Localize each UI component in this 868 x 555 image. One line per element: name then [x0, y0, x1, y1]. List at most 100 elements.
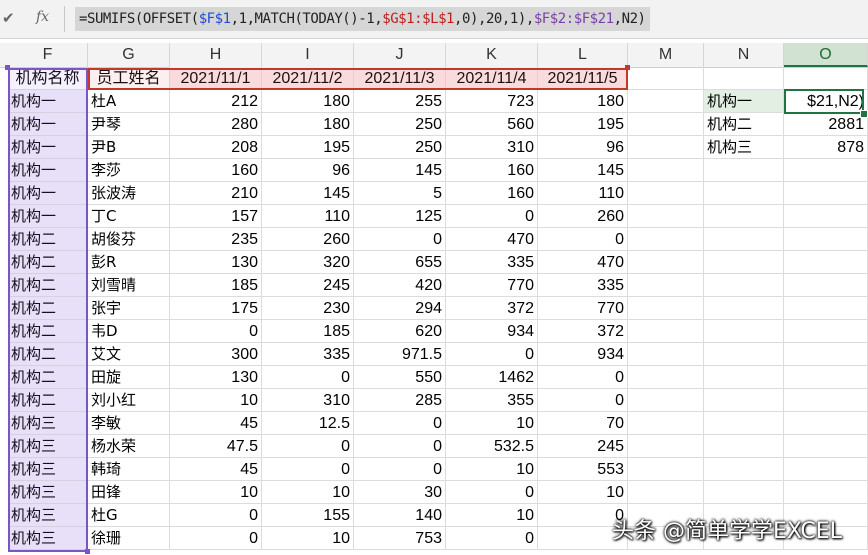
cell-m8[interactable] — [628, 228, 704, 251]
cell-j4[interactable]: 250 — [354, 136, 446, 159]
cell-m18[interactable] — [628, 458, 704, 481]
cell-i15[interactable]: 310 — [262, 389, 354, 412]
cell-l19[interactable]: 10 — [538, 481, 628, 504]
cell-m14[interactable] — [628, 366, 704, 389]
column-header-i[interactable]: I — [262, 43, 354, 67]
cell-h19[interactable]: 10 — [170, 481, 262, 504]
cell-h1[interactable]: 2021/11/1 — [170, 67, 262, 90]
cell-l9[interactable]: 470 — [538, 251, 628, 274]
cell-i1[interactable]: 2021/11/2 — [262, 67, 354, 90]
cell-o1[interactable] — [784, 67, 868, 90]
cell-k1[interactable]: 2021/11/4 — [446, 67, 538, 90]
range-handle[interactable] — [625, 65, 630, 70]
cell-m3[interactable] — [628, 113, 704, 136]
cell-o7[interactable] — [784, 205, 868, 228]
column-header-k[interactable]: K — [446, 43, 538, 67]
cell-n3[interactable]: 机构二 — [704, 113, 784, 136]
cell-m11[interactable] — [628, 297, 704, 320]
cell-f13[interactable]: 机构二 — [8, 343, 88, 366]
cell-o11[interactable] — [784, 297, 868, 320]
cell-h13[interactable]: 300 — [170, 343, 262, 366]
cell-f19[interactable]: 机构三 — [8, 481, 88, 504]
cell-l17[interactable]: 245 — [538, 435, 628, 458]
cell-g8[interactable]: 胡俊芬 — [88, 228, 170, 251]
cell-o18[interactable] — [784, 458, 868, 481]
cell-j21[interactable]: 753 — [354, 527, 446, 550]
cell-g4[interactable]: 尹B — [88, 136, 170, 159]
cell-j20[interactable]: 140 — [354, 504, 446, 527]
cell-k12[interactable]: 934 — [446, 320, 538, 343]
cell-h3[interactable]: 280 — [170, 113, 262, 136]
cell-o4[interactable]: 878 — [784, 136, 868, 159]
cell-i9[interactable]: 320 — [262, 251, 354, 274]
cell-j9[interactable]: 655 — [354, 251, 446, 274]
cell-f14[interactable]: 机构二 — [8, 366, 88, 389]
cell-l12[interactable]: 372 — [538, 320, 628, 343]
cell-i2[interactable]: 180 — [262, 90, 354, 113]
cell-h21[interactable]: 0 — [170, 527, 262, 550]
cell-k17[interactable]: 532.5 — [446, 435, 538, 458]
cell-i16[interactable]: 12.5 — [262, 412, 354, 435]
cell-f1[interactable]: 机构名称 — [8, 67, 88, 90]
cell-o14[interactable] — [784, 366, 868, 389]
cell-i3[interactable]: 180 — [262, 113, 354, 136]
cell-k21[interactable]: 0 — [446, 527, 538, 550]
cell-g20[interactable]: 杜G — [88, 504, 170, 527]
range-handle[interactable] — [5, 65, 10, 70]
cell-g17[interactable]: 杨水荣 — [88, 435, 170, 458]
cell-h7[interactable]: 157 — [170, 205, 262, 228]
cell-o17[interactable] — [784, 435, 868, 458]
cell-k11[interactable]: 372 — [446, 297, 538, 320]
cell-i21[interactable]: 10 — [262, 527, 354, 550]
cell-l2[interactable]: 180 — [538, 90, 628, 113]
cell-m15[interactable] — [628, 389, 704, 412]
column-header-g[interactable]: G — [88, 43, 170, 67]
cell-h8[interactable]: 235 — [170, 228, 262, 251]
column-header-o[interactable]: O — [784, 43, 868, 67]
cell-i14[interactable]: 0 — [262, 366, 354, 389]
cell-i20[interactable]: 155 — [262, 504, 354, 527]
cell-g1[interactable]: 员工姓名 — [88, 67, 170, 90]
cell-h11[interactable]: 175 — [170, 297, 262, 320]
cell-h16[interactable]: 45 — [170, 412, 262, 435]
column-header-n[interactable]: N — [704, 43, 784, 67]
cell-i4[interactable]: 195 — [262, 136, 354, 159]
cell-o9[interactable] — [784, 251, 868, 274]
cell-i17[interactable]: 0 — [262, 435, 354, 458]
cell-i18[interactable]: 0 — [262, 458, 354, 481]
cell-l5[interactable]: 145 — [538, 159, 628, 182]
cell-j19[interactable]: 30 — [354, 481, 446, 504]
cell-m7[interactable] — [628, 205, 704, 228]
cell-f10[interactable]: 机构二 — [8, 274, 88, 297]
cell-f21[interactable]: 机构三 — [8, 527, 88, 550]
cell-m5[interactable] — [628, 159, 704, 182]
cell-i8[interactable]: 260 — [262, 228, 354, 251]
cell-n2[interactable]: 机构一 — [704, 90, 784, 113]
cell-f18[interactable]: 机构三 — [8, 458, 88, 481]
cell-f15[interactable]: 机构二 — [8, 389, 88, 412]
cell-k5[interactable]: 160 — [446, 159, 538, 182]
cell-m1[interactable] — [628, 67, 704, 90]
cell-n16[interactable] — [704, 412, 784, 435]
cell-g11[interactable]: 张宇 — [88, 297, 170, 320]
cell-i6[interactable]: 145 — [262, 182, 354, 205]
cell-m12[interactable] — [628, 320, 704, 343]
cell-h15[interactable]: 10 — [170, 389, 262, 412]
cell-o10[interactable] — [784, 274, 868, 297]
cell-l1[interactable]: 2021/11/5 — [538, 67, 628, 90]
cell-n18[interactable] — [704, 458, 784, 481]
cell-j14[interactable]: 550 — [354, 366, 446, 389]
cell-o2[interactable]: $21,N2) — [784, 90, 868, 113]
cell-m17[interactable] — [628, 435, 704, 458]
cell-h17[interactable]: 47.5 — [170, 435, 262, 458]
cell-g19[interactable]: 田锋 — [88, 481, 170, 504]
cell-h6[interactable]: 210 — [170, 182, 262, 205]
cell-f20[interactable]: 机构三 — [8, 504, 88, 527]
cell-n7[interactable] — [704, 205, 784, 228]
cell-f3[interactable]: 机构一 — [8, 113, 88, 136]
cell-m10[interactable] — [628, 274, 704, 297]
cell-o6[interactable] — [784, 182, 868, 205]
cell-n4[interactable]: 机构三 — [704, 136, 784, 159]
cell-h9[interactable]: 130 — [170, 251, 262, 274]
cell-l16[interactable]: 70 — [538, 412, 628, 435]
